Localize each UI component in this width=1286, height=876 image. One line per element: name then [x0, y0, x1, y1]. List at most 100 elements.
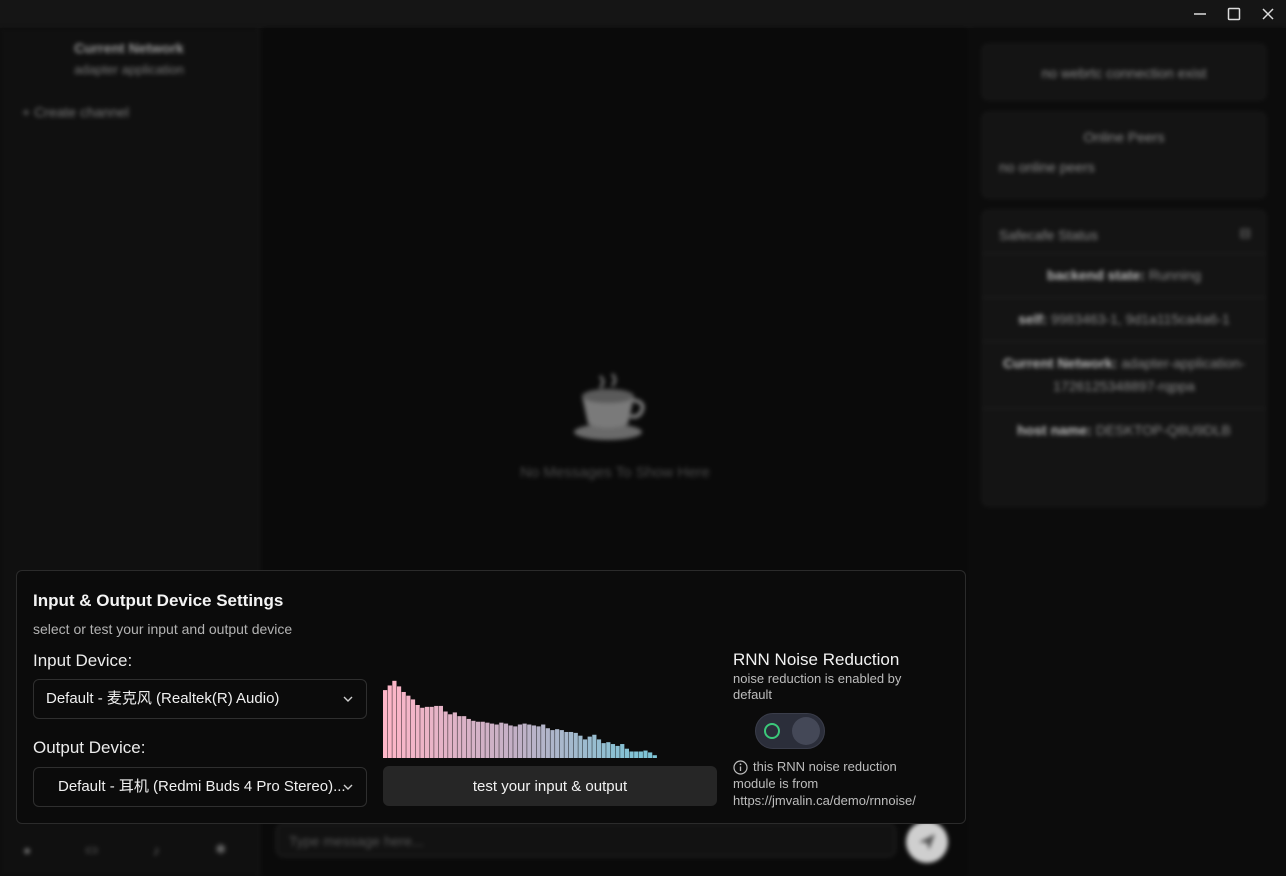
host-row: host name: DESKTOP-Q8U9DLB — [983, 408, 1265, 452]
visualizer-bar — [536, 726, 541, 758]
input-device-value: Default - 麦克风 (Realtek(R) Audio) — [46, 690, 280, 707]
minimize-icon[interactable] — [1183, 0, 1217, 28]
empty-message: No Messages To Show Here — [520, 464, 710, 481]
rnn-note: this RNN noise reduction module is from … — [733, 758, 923, 809]
visualizer-bar — [643, 750, 648, 758]
visualizer-bar — [634, 751, 639, 758]
visualizer-bar — [424, 706, 430, 758]
output-device-select[interactable]: Default - 耳机 (Redmi Buds 4 Pro Stereo)..… — [33, 767, 367, 807]
visualizer-bar — [578, 735, 583, 758]
chevron-down-icon — [342, 768, 354, 806]
self-row: self: 9983463-1, 9d1a115ca4a6-1 — [983, 297, 1265, 341]
connection-status: no webrtc connection exist — [1041, 65, 1207, 81]
visualizer-bar — [522, 723, 527, 758]
peers-text: no online peers — [999, 159, 1095, 175]
visualizer-bar — [541, 724, 546, 758]
rnn-note-text: this RNN noise reduction module is from — [733, 759, 897, 791]
toggle-on-indicator — [764, 723, 780, 739]
visualizer-bar — [489, 723, 495, 758]
connection-card: no webrtc connection exist — [982, 44, 1266, 100]
test-io-button[interactable]: test your input & output — [383, 766, 717, 806]
visualizer-bar — [503, 723, 509, 758]
visualizer-bar — [513, 726, 518, 758]
visualizer-bar — [517, 724, 523, 758]
maximize-icon[interactable] — [1217, 0, 1251, 28]
send-icon — [919, 834, 935, 850]
send-button[interactable] — [906, 821, 948, 863]
visualizer-bar — [420, 707, 425, 758]
visualizer-bar — [610, 744, 616, 758]
audio-visualizer — [383, 680, 657, 758]
input-device-select[interactable]: Default - 麦克风 (Realtek(R) Audio) — [33, 679, 367, 719]
visualizer-bar — [573, 732, 578, 758]
visualizer-bar — [620, 744, 625, 758]
peers-title: Online Peers — [1083, 129, 1165, 145]
visualizer-bar — [592, 734, 597, 758]
visualizer-bar — [615, 745, 620, 758]
title-bar — [0, 0, 1286, 28]
visualizer-bar — [410, 699, 416, 758]
visualizer-bar — [485, 722, 490, 758]
visualizer-bar — [596, 739, 602, 758]
create-channel-button[interactable]: + Create channel — [22, 104, 129, 120]
visualizer-bar — [531, 725, 536, 758]
sidebar-toolbar: ● ▭ ♪ ✱ — [0, 823, 258, 876]
visualizer-bar — [415, 704, 420, 758]
volume-icon[interactable]: ♪ — [137, 830, 176, 870]
visualizer-bar — [476, 721, 481, 758]
expand-icon[interactable]: ⊟ — [1239, 225, 1251, 242]
visualizer-bar — [466, 718, 471, 758]
visualizer-bar — [443, 711, 448, 758]
visualizer-bar — [527, 724, 532, 758]
visualizer-bar — [462, 716, 467, 758]
visualizer-bar — [652, 755, 657, 758]
settings-title: Input & Output Device Settings — [33, 591, 284, 610]
visualizer-bar — [494, 724, 499, 758]
input-device-label: Input Device: — [33, 651, 133, 670]
visualizer-bar — [387, 685, 392, 758]
visualizer-bar — [452, 712, 457, 758]
visualizer-bar — [624, 748, 629, 758]
settings-icon[interactable]: ✱ — [202, 830, 241, 870]
visualizer-bar — [434, 705, 439, 758]
settings-subtitle: select or test your input and output dev… — [33, 621, 293, 637]
visualizer-bar — [406, 695, 411, 758]
visualizer-bar — [396, 686, 402, 758]
output-device-value: Default - 耳机 (Redmi Buds 4 Pro Stereo)..… — [58, 778, 346, 795]
toggle-knob — [792, 717, 820, 745]
visualizer-bar — [457, 716, 462, 758]
output-device-label: Output Device: — [33, 738, 146, 757]
close-icon[interactable] — [1251, 0, 1285, 28]
visualizer-bar — [638, 751, 643, 758]
rnn-toggle[interactable] — [755, 713, 825, 749]
coffee-cup-icon — [574, 372, 645, 440]
status-panel: no webrtc connection exist Online Peers … — [970, 28, 1286, 876]
visualizer-bar — [587, 736, 592, 758]
visualizer-bar — [471, 720, 476, 758]
network-subtitle: adapter application — [74, 62, 184, 77]
backend-row: backend state: Running — [983, 253, 1265, 297]
network-title: Current Network — [74, 40, 184, 56]
visualizer-bar — [508, 725, 513, 758]
headset-icon[interactable]: ▭ — [73, 830, 112, 870]
device-settings-panel: Input & Output Device Settings select or… — [16, 570, 966, 824]
network-row: Current Network: adapter-application-172… — [983, 341, 1265, 408]
visualizer-bar — [550, 730, 555, 758]
visualizer-bar — [629, 751, 634, 758]
microphone-icon[interactable]: ● — [8, 830, 47, 870]
status-card: Safecafe Status ⊟ backend state: Running… — [982, 210, 1266, 506]
rnn-link[interactable]: https://jmvalin.ca/demo/rnnoise/ — [733, 792, 923, 809]
rnn-description: noise reduction is enabled by default — [733, 671, 902, 702]
visualizer-bar — [480, 721, 485, 758]
visualizer-bar — [499, 722, 504, 758]
visualizer-bar — [401, 691, 406, 758]
message-input[interactable]: Type message here... — [276, 823, 896, 857]
visualizer-bar — [383, 690, 388, 758]
visualizer-bar — [582, 739, 588, 758]
visualizer-bar — [429, 706, 434, 758]
visualizer-bar — [564, 731, 569, 758]
peers-card: Online Peers no online peers — [982, 112, 1266, 198]
chevron-down-icon — [342, 680, 354, 718]
visualizer-bar — [392, 680, 397, 758]
visualizer-bar — [606, 742, 611, 758]
